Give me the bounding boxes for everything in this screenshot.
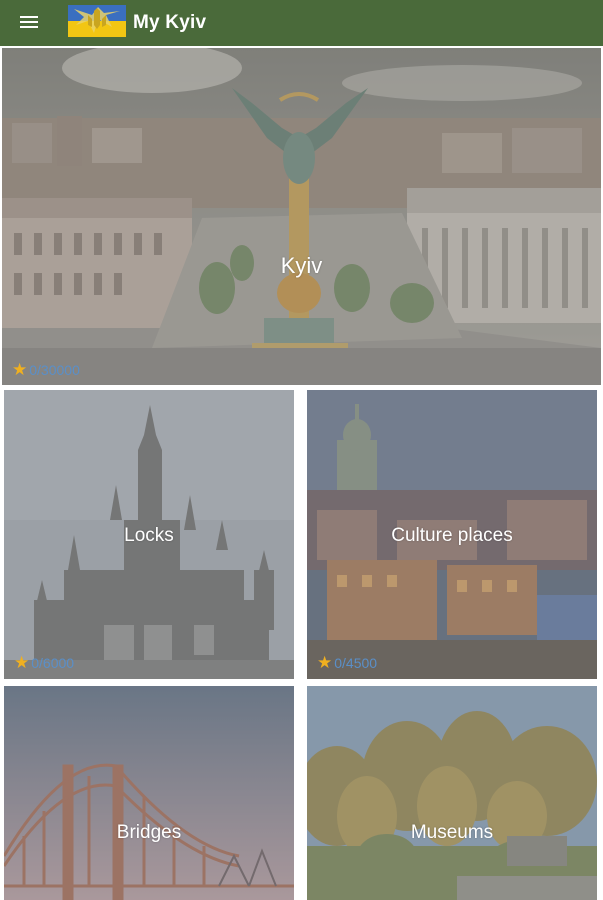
tile-score: ★ 0/6000 — [14, 654, 74, 671]
app-title: My Kyiv — [133, 12, 207, 33]
tile-label: Locks — [124, 525, 174, 546]
tile-overlay — [307, 686, 597, 900]
app-root: My Kyiv Kyiv ★ 0/30000 Locks ★ 0/6000 Cu… — [0, 0, 603, 900]
tile-locks[interactable]: Locks ★ 0/6000 — [4, 390, 294, 679]
tile-overlay — [4, 686, 294, 900]
tile-kyiv[interactable]: Kyiv ★ 0/30000 — [2, 48, 601, 385]
score-text: 0/6000 — [31, 654, 75, 671]
tile-museums[interactable]: Museums — [307, 686, 597, 900]
app-toolbar: My Kyiv — [0, 0, 603, 46]
score-text: 0/4500 — [334, 654, 378, 671]
app-logo — [68, 5, 126, 37]
tile-label: Museums — [410, 822, 494, 843]
tile-score: ★ 0/4500 — [317, 654, 377, 671]
star-icon: ★ — [14, 653, 30, 672]
star-icon: ★ — [317, 653, 333, 672]
tile-label: Kyiv — [280, 253, 323, 278]
tile-score: ★ 0/30000 — [12, 361, 80, 378]
tile-culture-places[interactable]: Culture places ★ 0/4500 — [307, 390, 597, 679]
tile-label: Culture places — [391, 525, 513, 546]
tile-label: Bridges — [116, 822, 182, 843]
star-icon: ★ — [12, 360, 28, 379]
tile-overlay — [2, 48, 601, 385]
score-text: 0/30000 — [29, 361, 80, 378]
tile-bridges[interactable]: Bridges — [4, 686, 294, 900]
hamburger-menu-icon[interactable] — [18, 13, 40, 33]
